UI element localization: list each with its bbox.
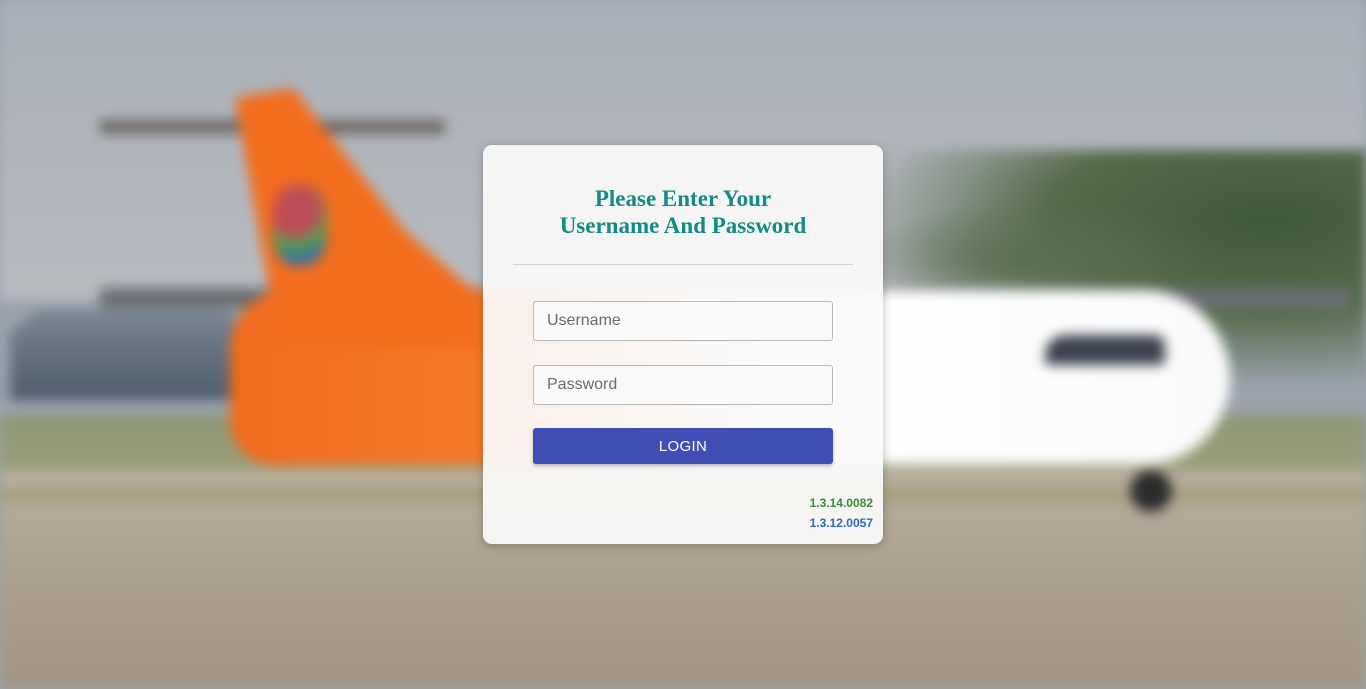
login-button[interactable]: LOGIN [533,428,833,464]
username-input[interactable] [533,301,833,341]
login-title: Please Enter Your Username And Password [483,185,883,239]
version-label-primary: 1.3.14.0082 [809,496,873,510]
login-title-line1: Please Enter Your [594,186,772,211]
title-divider [513,264,853,265]
password-input[interactable] [533,365,833,405]
version-label-secondary: 1.3.12.0057 [809,516,873,530]
login-title-line2: Username And Password [559,213,807,238]
login-page: Please Enter Your Username And Password … [0,0,1366,689]
login-card: Please Enter Your Username And Password … [483,145,883,544]
